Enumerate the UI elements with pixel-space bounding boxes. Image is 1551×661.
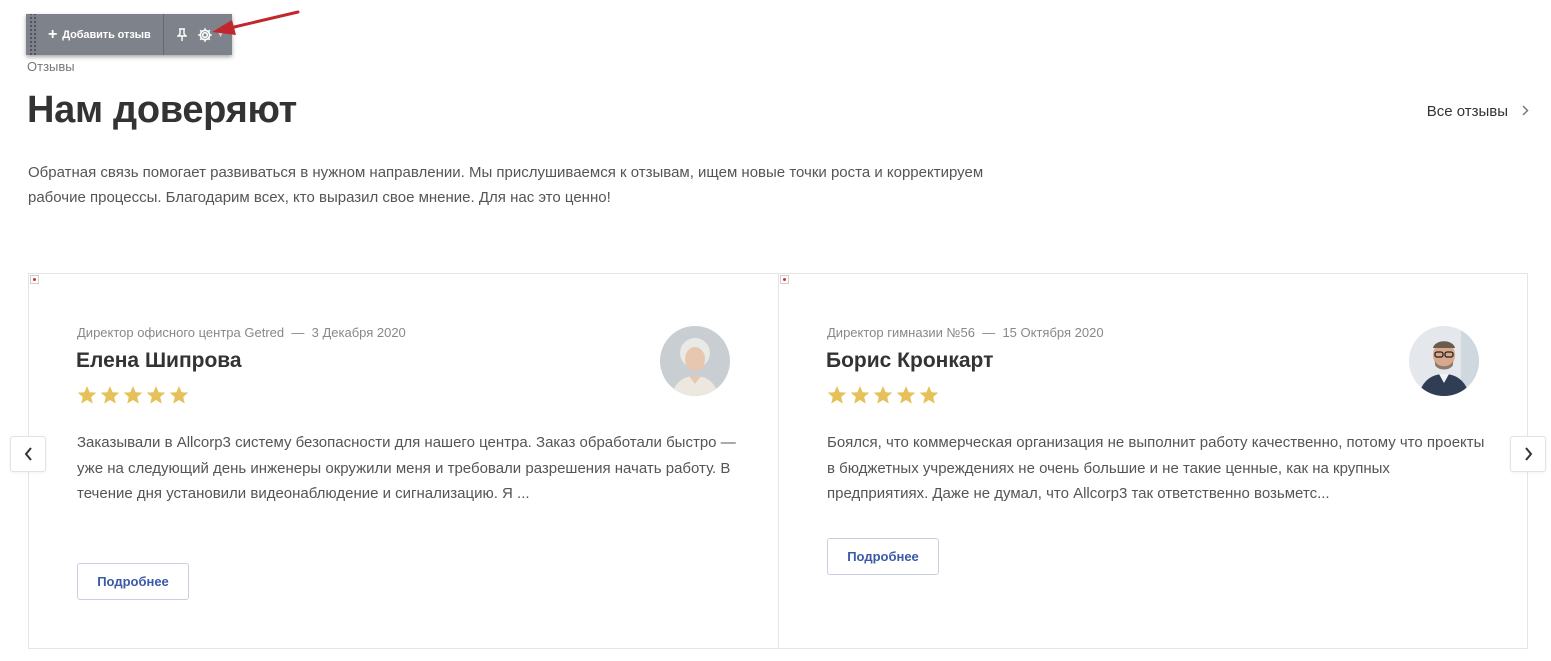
star-icon bbox=[100, 386, 120, 404]
meta-separator: — bbox=[287, 325, 308, 340]
star-icon bbox=[146, 386, 166, 404]
review-meta: Директор гимназии №56 — 15 Октября 2020 bbox=[827, 325, 1104, 340]
review-position: Директор гимназии №56 bbox=[827, 325, 975, 340]
review-text: Боялся, что коммерческая организация не … bbox=[827, 434, 1485, 502]
review-date: 15 Октября 2020 bbox=[1002, 325, 1104, 340]
reviews-carousel: Директор офисного центра Getred — 3 Дека… bbox=[28, 273, 1528, 649]
drag-handle[interactable] bbox=[28, 14, 38, 55]
all-reviews-link[interactable]: Все отзывы bbox=[1427, 103, 1529, 120]
star-icon bbox=[896, 386, 916, 404]
edit-marker[interactable] bbox=[780, 275, 789, 284]
avatar bbox=[1409, 326, 1479, 396]
plus-icon: + bbox=[48, 25, 58, 43]
review-position: Директор офисного центра Getred bbox=[77, 325, 285, 340]
edit-marker[interactable] bbox=[30, 275, 39, 284]
star-icon bbox=[850, 386, 870, 404]
review-date: 3 Декабря 2020 bbox=[311, 325, 406, 340]
carousel-next-button[interactable] bbox=[1510, 436, 1546, 472]
section-eyebrow: Отзывы bbox=[27, 59, 75, 74]
review-text: Заказывали в Allcorp3 систему безопаснос… bbox=[77, 434, 736, 502]
chevron-right-icon bbox=[1522, 104, 1529, 119]
page-title: Нам доверяют bbox=[27, 89, 297, 131]
review-meta: Директор офисного центра Getred — 3 Дека… bbox=[77, 325, 406, 340]
add-review-button[interactable]: + Добавить отзыв bbox=[38, 14, 164, 55]
rating-stars bbox=[77, 385, 189, 405]
avatar bbox=[660, 326, 730, 396]
star-icon bbox=[169, 386, 189, 404]
star-icon bbox=[873, 386, 893, 404]
reviewer-name: Елена Шипрова bbox=[76, 349, 242, 372]
more-button[interactable]: Подробнее bbox=[77, 563, 189, 600]
more-button[interactable]: Подробнее bbox=[827, 538, 939, 575]
section-description: Обратная связь помогает развиваться в ну… bbox=[28, 164, 984, 206]
add-review-label: Добавить отзыв bbox=[62, 28, 151, 41]
reviewer-name: Борис Кронкарт bbox=[826, 349, 994, 372]
star-icon bbox=[77, 386, 97, 404]
all-reviews-label: Все отзывы bbox=[1426, 103, 1508, 120]
meta-separator: — bbox=[978, 325, 999, 340]
pin-icon[interactable] bbox=[176, 27, 188, 42]
star-icon bbox=[919, 386, 939, 404]
carousel-prev-button[interactable] bbox=[10, 436, 46, 472]
chevron-right-icon bbox=[1524, 447, 1532, 461]
review-card: Директор гимназии №56 — 15 Октября 2020 … bbox=[778, 274, 1527, 648]
star-icon bbox=[827, 386, 847, 404]
rating-stars bbox=[827, 385, 939, 405]
chevron-left-icon bbox=[24, 447, 32, 461]
annotation-arrow bbox=[212, 10, 300, 35]
star-icon bbox=[123, 386, 143, 404]
review-card: Директор офисного центра Getred — 3 Дека… bbox=[29, 274, 778, 648]
admin-toolbar: + Добавить отзыв ▼ bbox=[26, 14, 232, 55]
